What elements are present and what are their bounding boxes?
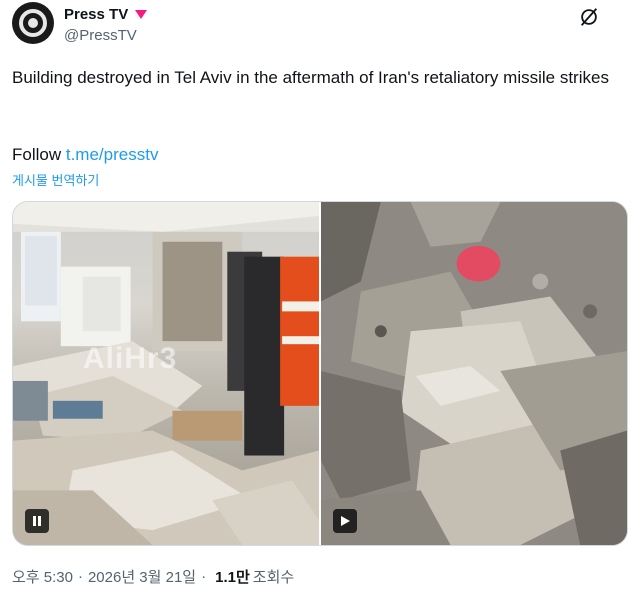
avatar[interactable] (12, 2, 54, 44)
views-count: 1.1만 (215, 569, 250, 586)
display-name[interactable]: Press TV (64, 6, 128, 23)
video-right[interactable] (321, 202, 627, 545)
tweet-meta: 오후 5:30 · 2026년 3월 21일 · 1.1만 조회수 (12, 566, 294, 587)
display-name-row: Press TV (64, 4, 148, 24)
translate-post-link[interactable]: 게시물 번역하기 (12, 170, 99, 189)
play-icon (341, 516, 350, 526)
telegram-link[interactable]: t.me/presstv (66, 145, 159, 164)
pause-icon (33, 516, 41, 526)
video-right-scene (321, 202, 627, 545)
avatar-logo-dot (28, 18, 38, 28)
tweet-text: Building destroyed in Tel Aviv in the af… (12, 68, 609, 87)
follow-prefix: Follow (12, 145, 66, 164)
author-names: Press TV @PressTV (64, 4, 148, 44)
follow-line: Follow t.me/presstv (12, 143, 158, 167)
watermark-text: AliHr3 (83, 342, 178, 375)
tweet-time[interactable]: 오후 5:30 (12, 566, 73, 587)
author-handle[interactable]: @PressTV (64, 27, 148, 44)
media-grid: AliHr3 (12, 201, 628, 546)
tweet-date[interactable]: 2026년 3월 21일 (88, 566, 196, 587)
grok-icon[interactable] (578, 6, 600, 28)
views-label: 조회수 (252, 569, 295, 586)
meta-separator: · (77, 568, 83, 585)
tweet-header: Press TV @PressTV (12, 2, 628, 46)
play-button[interactable] (333, 509, 357, 533)
heart-badge-icon (135, 10, 148, 19)
video-left[interactable]: AliHr3 (13, 202, 319, 545)
pause-button[interactable] (25, 509, 49, 533)
meta-separator: · (201, 568, 207, 585)
